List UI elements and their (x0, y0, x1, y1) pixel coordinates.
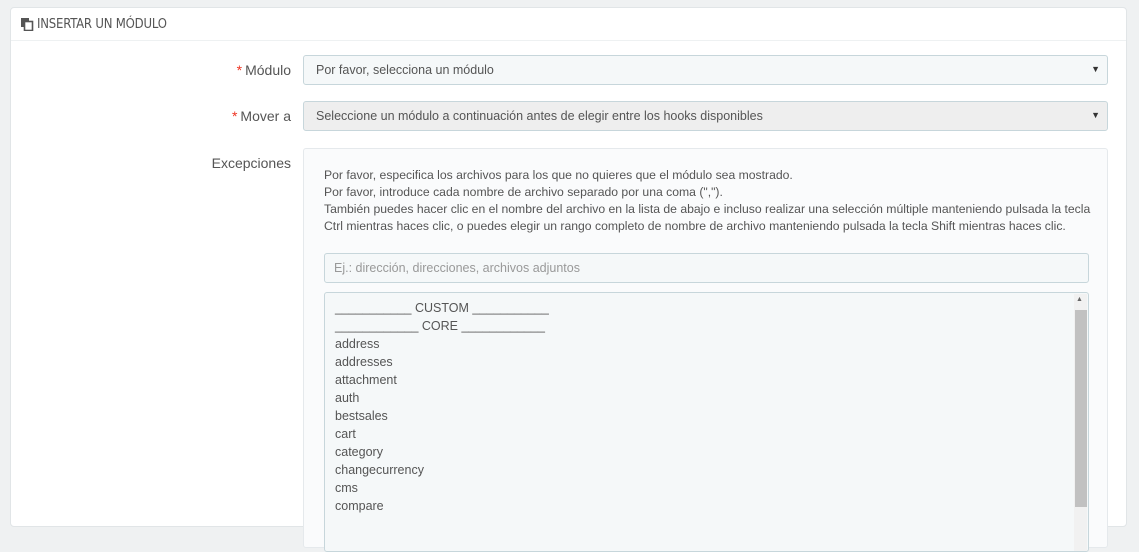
exceptions-help: Por favor, especifica los archivos para … (324, 167, 1094, 235)
module-select[interactable]: Por favor, selecciona un módulo ▼ (303, 55, 1108, 85)
file-list-item[interactable]: category (335, 443, 1088, 461)
module-select-value: Por favor, selecciona un módulo (316, 63, 494, 77)
insert-module-panel: Insertar un módulo * Módulo Por favor, se… (10, 7, 1127, 552)
file-list-item[interactable]: changecurrency (335, 461, 1088, 479)
file-list-item[interactable]: ____________ CORE ____________ (335, 317, 1088, 335)
move-to-label: * Mover a (231, 108, 291, 124)
panel-heading: Insertar un módulo (11, 8, 1126, 41)
required-mark: * (231, 108, 238, 124)
scroll-up-arrow-icon[interactable]: ▲ (1076, 296, 1083, 303)
exceptions-input[interactable]: Ej.: dirección, direcciones, archivos ad… (324, 253, 1089, 283)
file-list-item[interactable]: ___________ CUSTOM ___________ (335, 299, 1088, 317)
move-to-select-value: Seleccione un módulo a continuación ante… (316, 109, 763, 123)
help-line: También puedes hacer clic en el nombre d… (324, 202, 1091, 233)
file-list-item[interactable]: auth (335, 389, 1088, 407)
required-mark: * (236, 62, 243, 78)
help-line: Por favor, introduce cada nombre de arch… (324, 185, 723, 199)
help-line: Por favor, especifica los archivos para … (324, 168, 793, 182)
exceptions-label: Excepciones (211, 155, 291, 171)
file-list-item[interactable]: address (335, 335, 1088, 353)
file-list-item[interactable]: compare (335, 497, 1088, 515)
move-to-select[interactable]: Seleccione un módulo a continuación ante… (303, 101, 1108, 131)
file-list-scrollbar[interactable]: ▲ (1074, 294, 1087, 551)
file-list-item[interactable]: cart (335, 425, 1088, 443)
caret-down-icon: ▼ (1091, 64, 1100, 74)
module-label: * Módulo (236, 62, 291, 78)
exceptions-well: Por favor, especifica los archivos para … (303, 148, 1108, 552)
clone-icon (21, 18, 34, 31)
panel-title: Insertar un módulo (37, 16, 167, 32)
caret-down-icon: ▼ (1091, 110, 1100, 120)
file-list-item[interactable]: cms (335, 479, 1088, 497)
file-list-item[interactable]: bestsales (335, 407, 1088, 425)
file-list-item[interactable]: attachment (335, 371, 1088, 389)
file-list[interactable]: ___________ CUSTOM ___________ _________… (324, 292, 1089, 552)
file-list-item[interactable]: addresses (335, 353, 1088, 371)
scrollbar-thumb[interactable] (1075, 310, 1087, 507)
exceptions-input-placeholder: Ej.: dirección, direcciones, archivos ad… (334, 261, 580, 275)
